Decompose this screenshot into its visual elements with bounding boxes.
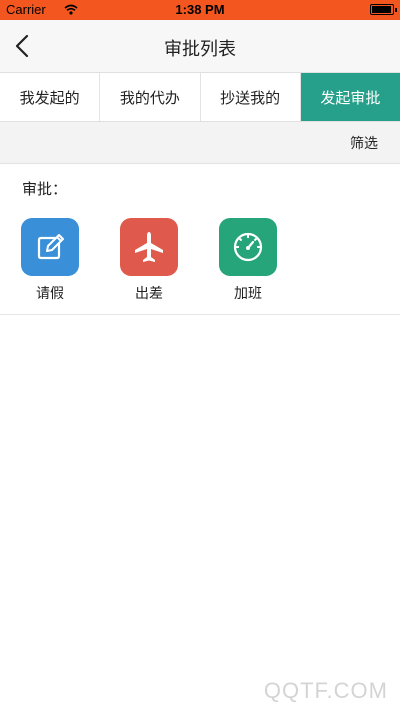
speedometer-icon (219, 218, 277, 276)
tab-start-approval[interactable]: 发起审批 (300, 73, 400, 121)
back-button[interactable] (10, 32, 38, 60)
app-overtime[interactable]: 加班 (218, 218, 278, 303)
approval-apps: 请假 出差 加班 (0, 218, 400, 315)
status-time: 1:38 PM (175, 2, 225, 17)
page-title: 审批列表 (164, 39, 236, 60)
app-overtime-label: 加班 (234, 286, 262, 302)
filter-bar: 筛选 (0, 122, 400, 164)
status-bar: Carrier 1:38 PM (0, 0, 400, 20)
section-label: 审批： (22, 180, 68, 198)
tab-my-todo[interactable]: 我的代办 (100, 73, 201, 121)
battery-icon (370, 4, 397, 15)
filter-button[interactable]: 筛选 (350, 133, 378, 153)
tab-initiated-by-me[interactable]: 我发起的 (0, 73, 101, 121)
edit-icon (21, 218, 79, 276)
airplane-icon (120, 218, 178, 276)
tab-cc-to-me[interactable]: 抄送我的 (201, 73, 301, 121)
navigation-bar: 审批列表 (0, 20, 400, 72)
watermark: QQTF.COM (263, 678, 388, 703)
app-leave-label: 请假 (36, 286, 64, 302)
app-business-trip-label: 出差 (135, 286, 163, 302)
app-business-trip[interactable]: 出差 (119, 218, 179, 303)
tab-bar: 我发起的 我的代办 抄送我的 发起审批 (0, 72, 400, 122)
chevron-left-icon (15, 34, 29, 58)
app-leave[interactable]: 请假 (20, 218, 80, 303)
